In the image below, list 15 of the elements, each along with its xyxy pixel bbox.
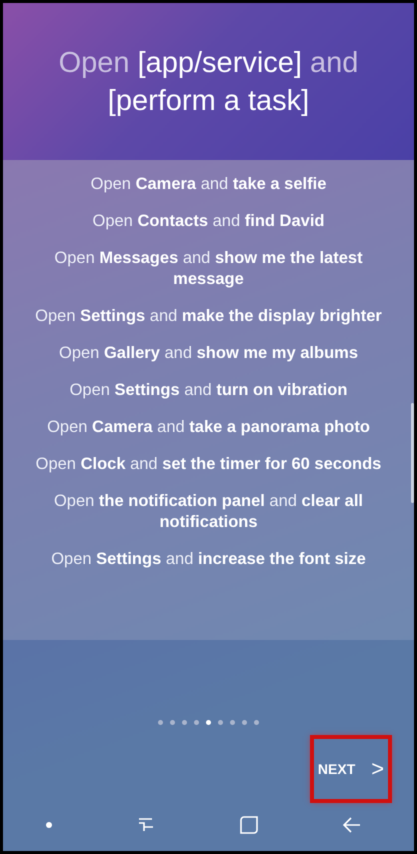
- recent-apps-icon[interactable]: [136, 817, 155, 833]
- example-command: Open Messages and show me the latest message: [53, 248, 364, 290]
- example-command: Open Gallery and show me my albums: [58, 343, 359, 364]
- example-command: Open Settings and turn on vibration: [68, 380, 348, 401]
- example-command: Open Clock and set the timer for 60 seconds: [34, 454, 382, 475]
- back-icon[interactable]: [343, 817, 362, 833]
- home-icon[interactable]: [240, 816, 258, 834]
- screen-title: Open [app/service] and [perform a task]: [58, 46, 360, 118]
- example-command: Open Camera and take a selfie: [90, 174, 328, 195]
- example-command: Open Settings and increase the font size: [50, 549, 367, 570]
- example-command: Open Contacts and find David: [91, 211, 326, 232]
- example-command: Open the notification panel and clear all notifications: [52, 491, 364, 533]
- example-command: Open Settings and make the display brighter: [34, 306, 383, 327]
- dot-icon[interactable]: [46, 822, 52, 828]
- example-command: Open Camera and take a panorama photo: [46, 417, 371, 438]
